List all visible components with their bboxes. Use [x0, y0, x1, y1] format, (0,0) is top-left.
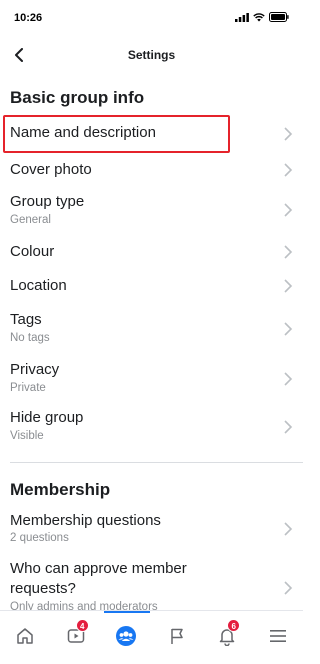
row-location[interactable]: Location	[0, 267, 303, 301]
row-label-line2: requests?	[10, 580, 76, 597]
bottom-tab-bar: 4 6	[0, 610, 303, 664]
page-title: Settings	[127, 48, 176, 62]
section-title-membership: Membership	[10, 480, 111, 499]
flag-icon	[171, 628, 183, 644]
row-label: Privacy	[10, 361, 60, 378]
active-tab-indicator	[104, 611, 150, 613]
tab-home[interactable]	[10, 623, 40, 649]
settings-list: Basic group info Name and description Co…	[0, 80, 303, 610]
menu-icon	[269, 630, 286, 642]
row-cover-photo[interactable]: Cover photo	[0, 153, 303, 187]
chevron-right-icon	[284, 279, 293, 293]
row-approve-member-requests[interactable]: Who can approve member requests? Only ad…	[0, 558, 303, 610]
row-label: Cover photo	[10, 161, 92, 178]
nav-bar: Settings	[0, 38, 303, 72]
row-label: Name and description	[10, 124, 156, 141]
chevron-right-icon	[284, 322, 293, 336]
section-title-basic-group-info: Basic group info	[10, 88, 145, 107]
tab-groups[interactable]	[111, 623, 141, 649]
row-value: No tags	[10, 332, 50, 344]
row-label: Location	[10, 277, 67, 294]
home-icon	[17, 628, 33, 644]
row-value: 2 questions	[10, 532, 69, 544]
row-group-type[interactable]: Group type General	[0, 187, 303, 233]
row-value: Only admins and moderators	[10, 601, 158, 610]
row-value: Visible	[10, 430, 44, 442]
battery-icon	[269, 12, 289, 22]
status-icons	[235, 12, 289, 22]
row-privacy[interactable]: Privacy Private	[0, 355, 303, 403]
chevron-right-icon	[284, 420, 293, 434]
chevron-right-icon	[284, 245, 293, 259]
notifications-badge: 6	[227, 619, 241, 632]
chevron-right-icon	[284, 163, 293, 177]
row-label: Membership questions	[10, 512, 161, 529]
tab-video[interactable]: 4	[61, 619, 91, 649]
status-time: 10:26	[14, 12, 43, 24]
row-membership-questions[interactable]: Membership questions 2 questions	[0, 510, 303, 554]
signal-icon	[235, 12, 249, 22]
row-name-and-description[interactable]: Name and description	[0, 115, 303, 153]
row-label: Hide group	[10, 409, 84, 426]
row-label: Group type	[10, 193, 85, 210]
row-value: General	[10, 214, 51, 226]
tab-notifications[interactable]: 6	[212, 619, 242, 649]
row-tags[interactable]: Tags No tags	[0, 305, 303, 353]
section-divider	[10, 462, 303, 463]
wifi-icon	[253, 12, 265, 21]
tab-pages[interactable]	[162, 623, 192, 649]
row-label: Colour	[10, 243, 55, 260]
row-colour[interactable]: Colour	[0, 233, 303, 267]
chevron-right-icon	[284, 127, 293, 141]
row-value: Private	[10, 382, 46, 394]
row-label: Who can approve member	[10, 560, 187, 577]
groups-icon	[116, 626, 137, 646]
tab-menu[interactable]	[263, 623, 293, 649]
row-label: Tags	[10, 311, 42, 328]
chevron-right-icon	[284, 581, 293, 595]
chevron-right-icon	[284, 522, 293, 536]
status-bar: 10:26	[0, 0, 303, 38]
row-hide-group[interactable]: Hide group Visible	[0, 403, 303, 451]
chevron-right-icon	[284, 372, 293, 386]
chevron-right-icon	[284, 203, 293, 217]
video-badge: 4	[75, 619, 89, 632]
